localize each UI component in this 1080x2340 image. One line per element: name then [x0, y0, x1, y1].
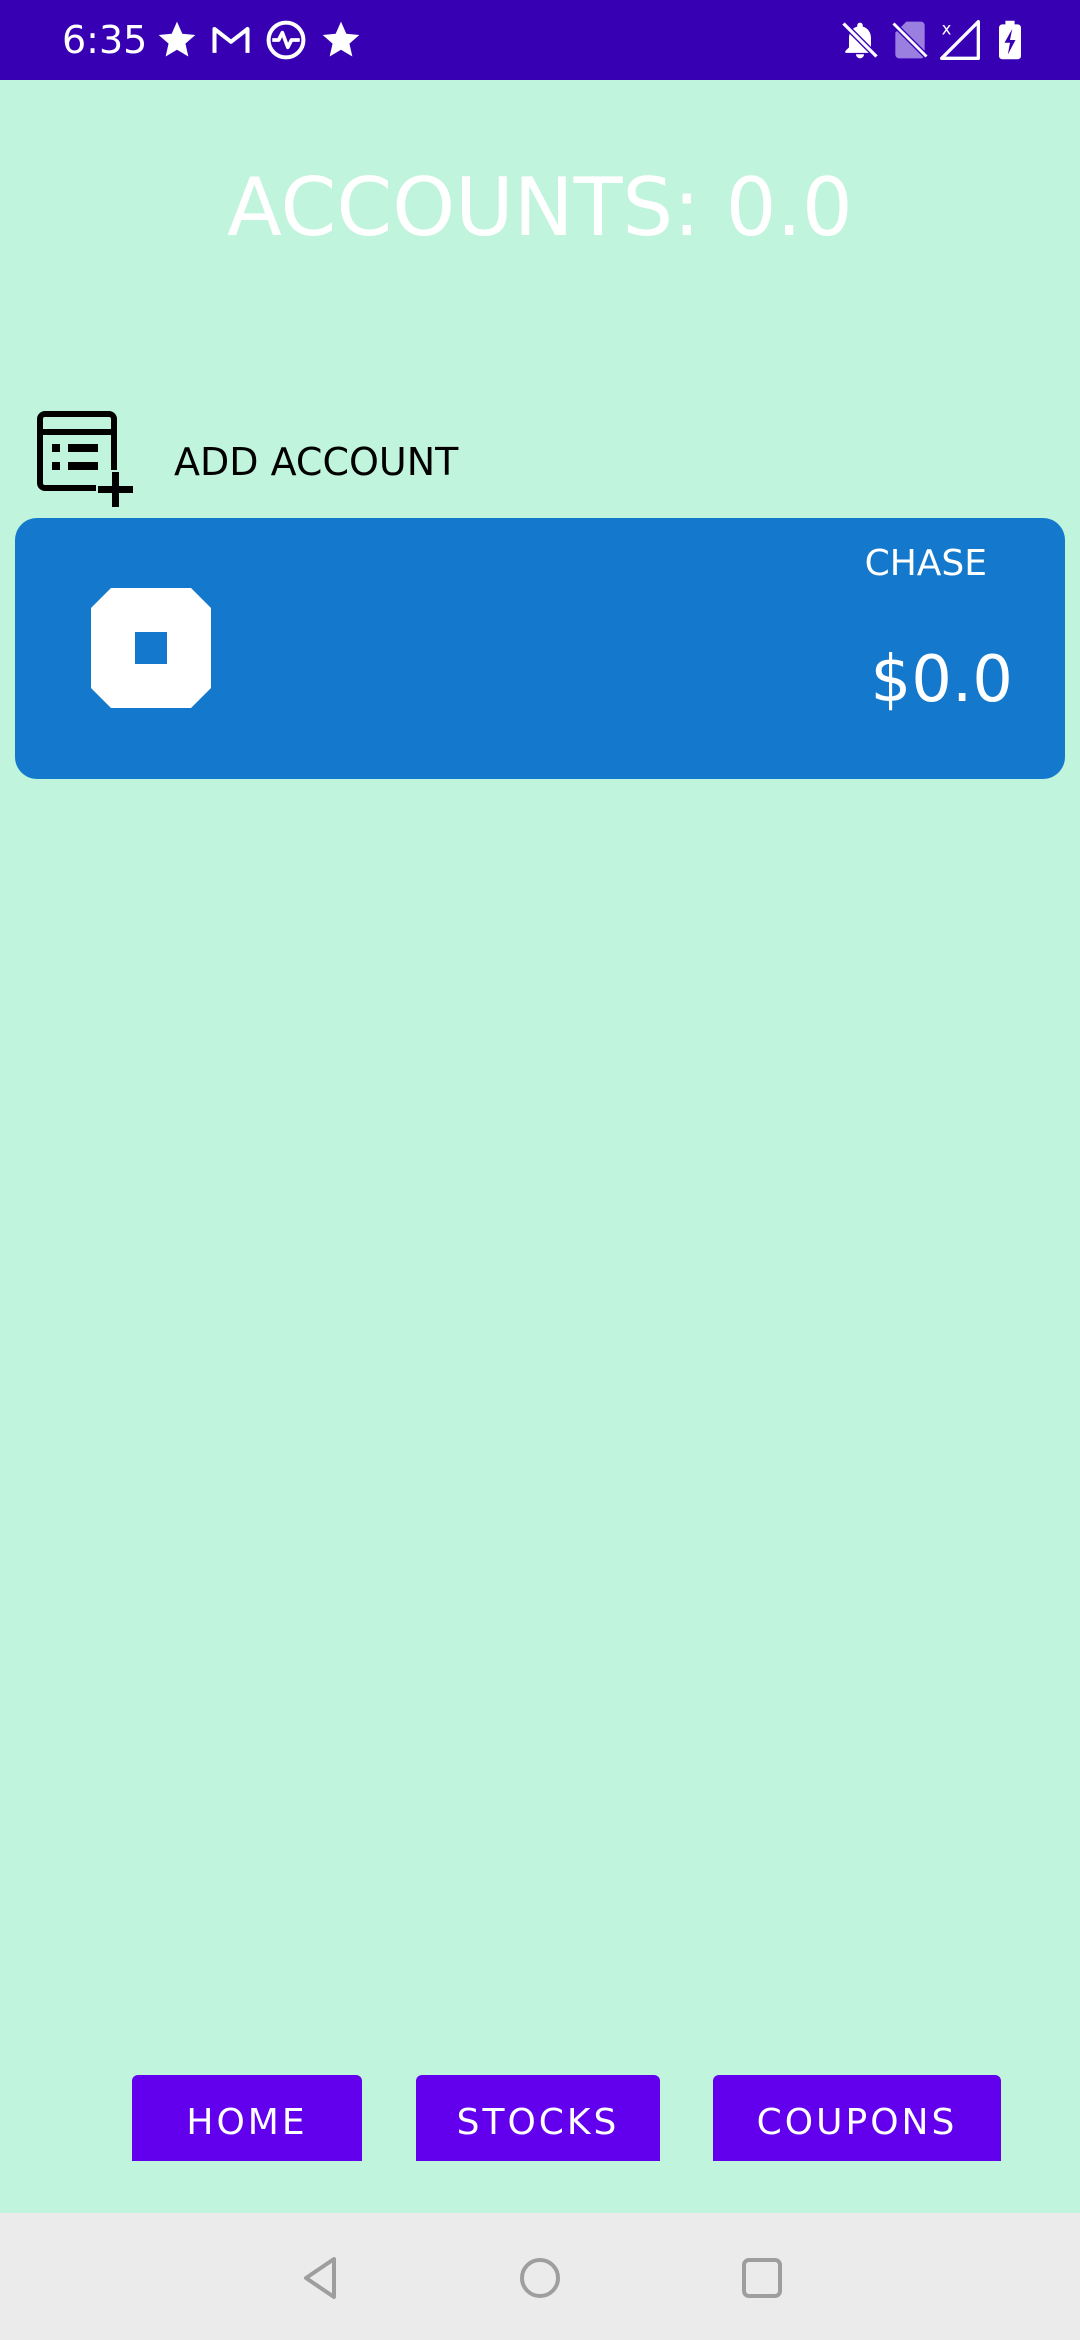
account-balance: $0.0 [870, 643, 1014, 717]
gmail-icon [212, 26, 250, 53]
page-title: ACCOUNTS: 0.0 [227, 161, 853, 254]
account-name: CHASE [864, 543, 987, 584]
main-content: ACCOUNTS: 0.0 ADD ACCOUNT CHASE $0.0 HOM… [0, 80, 1080, 2213]
no-sim-icon [891, 21, 929, 59]
home-button[interactable]: HOME [132, 2075, 362, 2161]
add-list-icon [37, 411, 136, 510]
back-icon[interactable] [294, 2251, 348, 2305]
signal-icon: x [940, 20, 980, 60]
activity-icon [266, 20, 306, 60]
add-account-label: ADD ACCOUNT [174, 440, 459, 484]
home-circle-icon[interactable] [513, 2251, 567, 2305]
star-icon [158, 21, 196, 57]
chase-logo [91, 588, 211, 708]
status-time: 6:35 [62, 18, 148, 62]
add-account-button[interactable]: ADD ACCOUNT [36, 410, 496, 514]
coupons-button[interactable]: COUPONS [713, 2075, 1001, 2161]
battery-charging-icon [999, 20, 1021, 60]
recents-icon[interactable] [735, 2251, 789, 2305]
star-icon [322, 21, 360, 57]
account-card-chase[interactable]: CHASE $0.0 [15, 518, 1065, 779]
svg-text:x: x [942, 20, 952, 39]
notifications-off-icon [841, 21, 879, 59]
stocks-button[interactable]: STOCKS [416, 2075, 660, 2161]
system-nav-bar [0, 2213, 1080, 2340]
status-bar: 6:35 x [0, 0, 1080, 80]
